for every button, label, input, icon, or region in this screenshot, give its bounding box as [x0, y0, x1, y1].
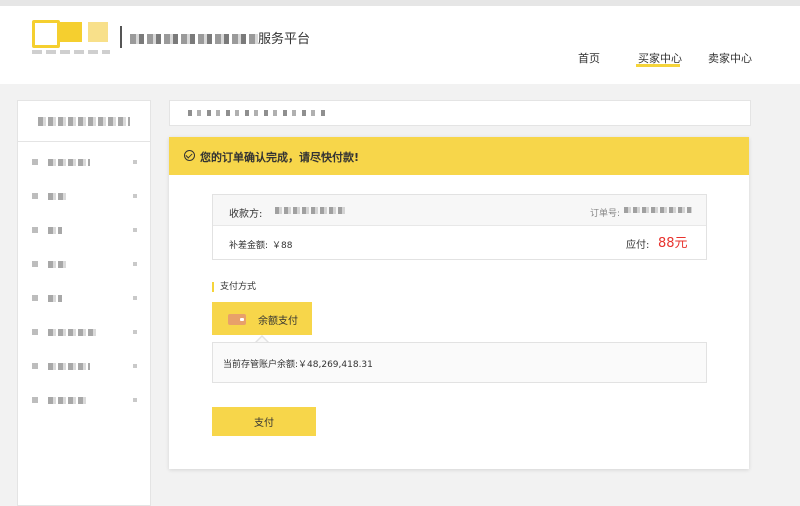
sidebar-item[interactable] — [18, 248, 150, 282]
menu-item-icon — [32, 261, 38, 267]
sidebar-item-label-blurred — [48, 227, 62, 234]
notice-text: 您的订单确认完成，请尽快付款! — [200, 151, 360, 164]
diff-value: ￥88 — [272, 241, 293, 251]
menu-item-icon — [32, 329, 38, 335]
sidebar-item-label-blurred — [48, 295, 62, 302]
menu-item-icon — [32, 227, 38, 233]
sidebar-item-label-blurred — [48, 261, 68, 268]
chevron-right-icon — [133, 296, 137, 300]
order-no-blurred — [624, 207, 692, 213]
balance-text: 当前存管账户余额:￥48,269,418.31 — [223, 360, 373, 370]
wallet-icon — [228, 314, 246, 325]
balance-info-box: 当前存管账户余额:￥48,269,418.31 — [212, 342, 707, 383]
sidebar-item[interactable] — [18, 180, 150, 214]
balance-pay-option[interactable]: 余额支付 — [212, 302, 312, 335]
chevron-right-icon — [133, 160, 137, 164]
sidebar-item[interactable] — [18, 384, 150, 418]
sidebar-item[interactable] — [18, 316, 150, 350]
balance-pay-label: 余额支付 — [258, 316, 298, 327]
payee-label: 收款方: — [229, 209, 263, 220]
chevron-right-icon — [133, 194, 137, 198]
nav-active-indicator — [636, 64, 680, 67]
sidebar-item-label-blurred — [48, 159, 90, 166]
sidebar-item[interactable] — [18, 214, 150, 248]
order-info-box: 收款方: 订单号: 补差金额: ￥88 应付: 88元 — [212, 194, 707, 260]
site-name-blurred — [130, 34, 258, 44]
menu-item-icon — [32, 363, 38, 369]
site-header: 服务平台 首页 买家中心 卖家中心 — [0, 6, 800, 84]
due-amount: 88元 — [658, 236, 688, 251]
chevron-right-icon — [133, 330, 137, 334]
sidebar-title-blurred — [38, 117, 130, 126]
logo-mark — [60, 22, 82, 42]
sidebar-item-label-blurred — [48, 363, 90, 370]
order-no-label: 订单号: — [590, 209, 621, 219]
logo-subtitle-blurred — [32, 50, 110, 54]
site-logo[interactable] — [30, 20, 110, 56]
menu-item-icon — [32, 295, 38, 301]
due-label: 应付: — [626, 240, 650, 251]
breadcrumb — [169, 100, 751, 126]
chevron-right-icon — [133, 228, 137, 232]
sidebar-item[interactable] — [18, 350, 150, 384]
menu-item-icon — [32, 397, 38, 403]
logo-mark — [32, 20, 60, 48]
nav-home[interactable]: 首页 — [578, 50, 600, 66]
payment-method-title: 支付方式 — [212, 282, 256, 292]
order-confirmed-notice: 您的订单确认完成，请尽快付款! — [169, 137, 749, 175]
pay-button[interactable]: 支付 — [212, 407, 316, 436]
menu-item-icon — [32, 193, 38, 199]
payee-row: 收款方: 订单号: — [213, 195, 706, 226]
chevron-right-icon — [133, 398, 137, 402]
payee-name-blurred — [275, 207, 345, 214]
menu-item-icon — [32, 159, 38, 165]
breadcrumb-blurred — [188, 110, 328, 116]
logo-mark — [88, 22, 108, 42]
platform-suffix: 服务平台 — [258, 32, 311, 47]
check-circle-icon — [184, 150, 195, 161]
chevron-right-icon — [133, 262, 137, 266]
sidebar — [17, 100, 151, 506]
sidebar-item-label-blurred — [48, 193, 68, 200]
sidebar-header — [18, 101, 150, 142]
chevron-right-icon — [133, 364, 137, 368]
nav-seller-center[interactable]: 卖家中心 — [708, 50, 752, 66]
logo-separator — [120, 26, 122, 48]
sidebar-item[interactable] — [18, 146, 150, 180]
diff-label: 补差金额: — [229, 241, 269, 251]
sidebar-item-label-blurred — [48, 329, 98, 336]
sidebar-item-label-blurred — [48, 397, 88, 404]
payment-card: 您的订单确认完成，请尽快付款! 收款方: 订单号: 补差金额: ￥88 应付: … — [169, 137, 749, 469]
sidebar-item[interactable] — [18, 282, 150, 316]
